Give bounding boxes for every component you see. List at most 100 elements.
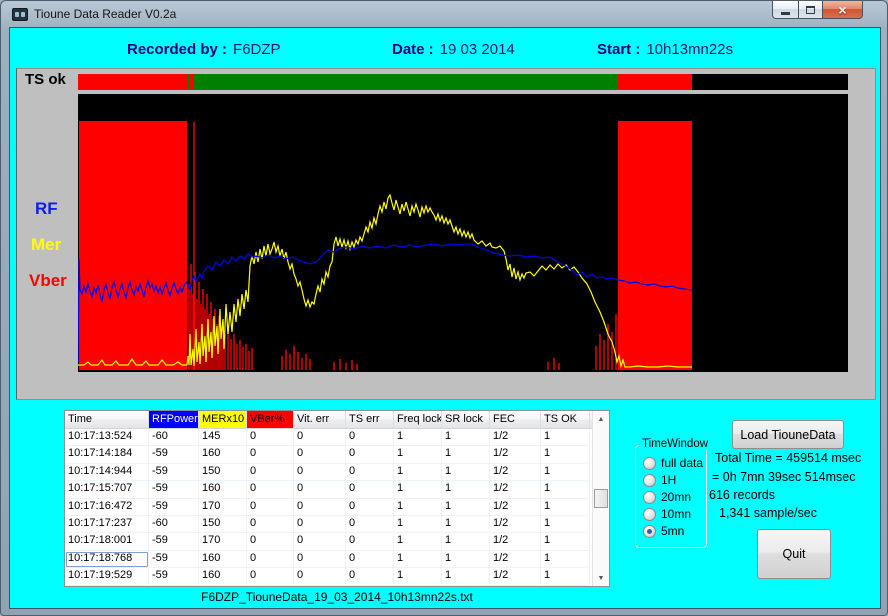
table-cell[interactable]: 0 (294, 429, 346, 446)
table-cell[interactable]: 1 (394, 533, 442, 550)
table-row[interactable]: 10:17:17:237-60150000111/21 (65, 516, 609, 533)
table-cell[interactable]: 1 (541, 516, 590, 533)
table-cell[interactable]: -59 (149, 499, 199, 516)
table-cell[interactable]: 1 (442, 568, 490, 585)
table-cell[interactable]: 10:17:19:529 (65, 568, 149, 585)
radio-icon[interactable] (643, 457, 656, 470)
table-cell[interactable]: 1 (394, 429, 442, 446)
column-header[interactable]: SR lock (442, 411, 490, 428)
load-tiounedata-button[interactable]: Load TiouneData (732, 420, 844, 449)
table-cell[interactable]: 1/2 (490, 499, 541, 516)
table-cell[interactable]: 0 (346, 533, 394, 550)
column-header[interactable]: TS OK (541, 411, 590, 428)
timewindow-option-5mn[interactable]: 5mn (643, 524, 684, 538)
table-cell[interactable]: 0 (247, 533, 294, 550)
table-cell[interactable]: 10:17:18:768 (65, 551, 149, 568)
table-cell[interactable]: 0 (294, 481, 346, 498)
table-cell[interactable]: 1 (541, 499, 590, 516)
table-row[interactable]: 10:17:15:707-59160000111/21 (65, 481, 609, 498)
table-cell[interactable]: 160 (199, 568, 247, 585)
table-cell[interactable]: 0 (294, 446, 346, 463)
table-cell[interactable]: 1 (541, 533, 590, 550)
table-cell[interactable]: 170 (199, 533, 247, 550)
table-cell[interactable]: -59 (149, 551, 199, 568)
table-cell[interactable]: 1 (442, 499, 490, 516)
close-button[interactable]: × (822, 1, 863, 19)
table-cell[interactable]: 1/2 (490, 568, 541, 585)
table-cell[interactable]: 1 (541, 481, 590, 498)
table-cell[interactable]: 1/2 (490, 446, 541, 463)
table-cell[interactable]: 0 (247, 446, 294, 463)
column-header[interactable]: Time (65, 411, 149, 428)
table-cell[interactable]: 160 (199, 551, 247, 568)
table-cell[interactable]: 1 (394, 499, 442, 516)
table-cell[interactable]: 10:17:16:472 (65, 499, 149, 516)
table-cell[interactable]: 0 (247, 499, 294, 516)
table-cell[interactable]: 1 (442, 481, 490, 498)
table-cell[interactable]: 1/2 (490, 429, 541, 446)
table-row[interactable]: 10:17:14:944-59150000111/21 (65, 464, 609, 481)
radio-icon[interactable] (643, 474, 656, 487)
column-header[interactable]: MERx10 (199, 411, 247, 428)
table-cell[interactable]: 1 (442, 464, 490, 481)
table-cell[interactable]: -59 (149, 446, 199, 463)
table-cell[interactable]: 0 (294, 516, 346, 533)
column-header[interactable]: RFPower (149, 411, 199, 428)
column-header[interactable]: Vit. err (294, 411, 346, 428)
table-cell[interactable]: 10:17:15:707 (65, 481, 149, 498)
table-scrollbar[interactable]: ▲ ▼ (592, 411, 609, 586)
table-row[interactable]: 10:17:16:472-59170000111/21 (65, 499, 609, 516)
table-cell[interactable]: 1/2 (490, 481, 541, 498)
table-cell[interactable]: 0 (346, 481, 394, 498)
column-header[interactable]: Freq lock (394, 411, 442, 428)
table-cell[interactable]: 0 (346, 464, 394, 481)
maximize-button[interactable] (799, 1, 822, 19)
table-cell[interactable]: 1 (394, 464, 442, 481)
table-cell[interactable]: 1 (442, 551, 490, 568)
table-cell[interactable]: 160 (199, 446, 247, 463)
timewindow-option-10mn[interactable]: 10mn (643, 507, 691, 521)
table-cell[interactable]: 10:17:18:001 (65, 533, 149, 550)
table-cell[interactable]: 10:17:14:184 (65, 446, 149, 463)
table-cell[interactable]: 1 (394, 568, 442, 585)
table-cell[interactable]: 0 (294, 533, 346, 550)
column-header[interactable]: TS err (346, 411, 394, 428)
table-cell[interactable]: 1 (394, 551, 442, 568)
table-cell[interactable]: 1 (541, 429, 590, 446)
minimize-button[interactable] (772, 1, 799, 19)
table-cell[interactable]: 0 (247, 464, 294, 481)
table-cell[interactable]: 1/2 (490, 464, 541, 481)
table-cell[interactable]: -60 (149, 516, 199, 533)
table-cell[interactable]: -59 (149, 464, 199, 481)
table-cell[interactable]: 0 (346, 551, 394, 568)
scrollbar-thumb[interactable] (594, 489, 608, 508)
table-cell[interactable]: 1 (541, 446, 590, 463)
table-row[interactable]: 10:17:18:768-59160000111/21 (65, 551, 609, 568)
table-cell[interactable]: 0 (346, 568, 394, 585)
table-cell[interactable]: -59 (149, 481, 199, 498)
table-row[interactable]: 10:17:14:184-59160000111/21 (65, 446, 609, 463)
table-row[interactable]: 10:17:18:001-59170000111/21 (65, 533, 609, 550)
table-cell[interactable]: 0 (294, 464, 346, 481)
table-cell[interactable]: 0 (294, 551, 346, 568)
table-cell[interactable]: 0 (346, 429, 394, 446)
table-cell[interactable]: 1 (541, 568, 590, 585)
table-cell[interactable]: 1 (442, 446, 490, 463)
table-cell[interactable]: 10:17:13:524 (65, 429, 149, 446)
table-cell[interactable]: 0 (247, 568, 294, 585)
table-cell[interactable]: 150 (199, 464, 247, 481)
table-cell[interactable]: 1/2 (490, 533, 541, 550)
table-cell[interactable]: -60 (149, 429, 199, 446)
data-table[interactable]: TimeRFPowerMERx10VBer%Vit. errTS errFreq… (64, 410, 610, 587)
table-cell[interactable]: 0 (247, 429, 294, 446)
table-cell[interactable]: 1/2 (490, 516, 541, 533)
table-cell[interactable]: 1/2 (490, 551, 541, 568)
scroll-up-icon[interactable]: ▲ (593, 411, 609, 427)
quit-button[interactable]: Quit (757, 529, 831, 579)
table-cell[interactable]: 1 (442, 429, 490, 446)
timewindow-option-1h[interactable]: 1H (643, 473, 676, 487)
table-cell[interactable]: 1 (442, 533, 490, 550)
timewindow-option-20mn[interactable]: 20mn (643, 490, 691, 504)
table-cell[interactable]: 1 (541, 551, 590, 568)
column-header[interactable]: VBer% (247, 411, 294, 428)
